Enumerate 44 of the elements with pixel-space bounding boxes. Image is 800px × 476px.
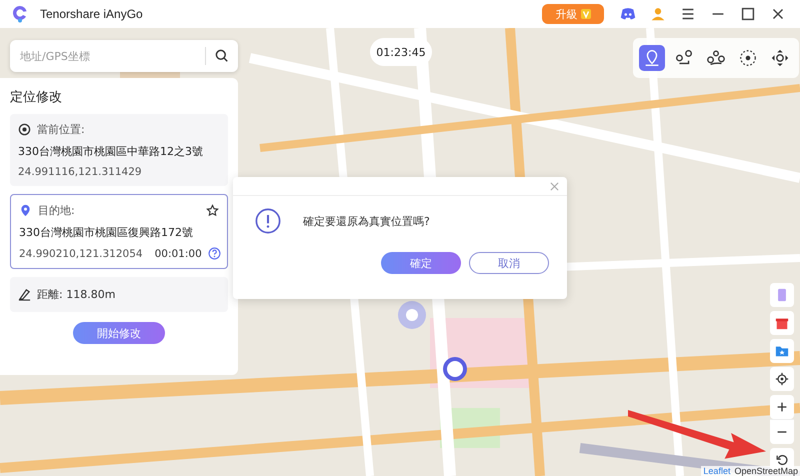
folder-button[interactable]: [770, 339, 794, 363]
joystick-icon: [738, 48, 758, 68]
maximize-icon[interactable]: [739, 5, 757, 23]
target-icon: [18, 123, 31, 136]
duration-text: 00:01:00: [154, 248, 202, 260]
locate-button[interactable]: [770, 367, 794, 391]
plus-icon: [775, 400, 789, 414]
folder-icon: [775, 344, 789, 358]
direction-pad-icon: [770, 48, 790, 68]
timer-label: 01:23:45: [370, 38, 432, 66]
search-bar[interactable]: 地址/GPS坐標: [10, 40, 238, 72]
confirm-button[interactable]: 確定: [381, 252, 461, 274]
cancel-button[interactable]: 取消: [469, 252, 549, 274]
reset-icon: [775, 453, 789, 467]
gift-icon: [775, 316, 789, 330]
warning-icon: [255, 208, 281, 234]
leaflet-link[interactable]: Leaflet: [703, 466, 730, 476]
zoom-in-button[interactable]: [770, 395, 794, 419]
location-pin-icon: [19, 204, 32, 217]
teleport-mode-button[interactable]: [639, 45, 665, 71]
openstreetmap-link[interactable]: OpenStreetMap: [734, 466, 798, 476]
locate-icon: [775, 372, 789, 386]
address-text: 330台灣桃園市桃園區中華路12之3號: [18, 144, 204, 159]
address-text: 330台灣桃園市桃園區復興路172號: [19, 225, 194, 240]
coordinates-text: 24.991116,121.311429: [18, 166, 143, 178]
window-title: Tenorshare iAnyGo: [40, 7, 143, 21]
route-pins-icon: [706, 48, 726, 68]
search-input[interactable]: 地址/GPS坐標: [10, 48, 205, 64]
dialog-message: 確定要還原為真實位置嗎?: [303, 214, 430, 228]
start-button[interactable]: 開始修改: [73, 322, 165, 344]
phone-icon: [775, 288, 789, 302]
upgrade-button[interactable]: 升級: [542, 4, 604, 24]
help-icon[interactable]: [208, 247, 221, 260]
current-location-label: 當前位置:: [37, 122, 85, 137]
coordinates-text: 24.990210,121.312054: [19, 248, 143, 260]
gift-button[interactable]: [770, 311, 794, 335]
star-icon[interactable]: [206, 204, 219, 217]
location-dot-icon: [397, 300, 427, 330]
search-icon[interactable]: [214, 48, 230, 64]
ruler-pen-icon: [18, 288, 31, 301]
destination-label: 目的地:: [38, 203, 75, 218]
distance-text: 距離: 118.80m: [37, 287, 116, 302]
vip-badge-icon: [580, 9, 590, 19]
panel-title: 定位修改: [10, 89, 63, 106]
